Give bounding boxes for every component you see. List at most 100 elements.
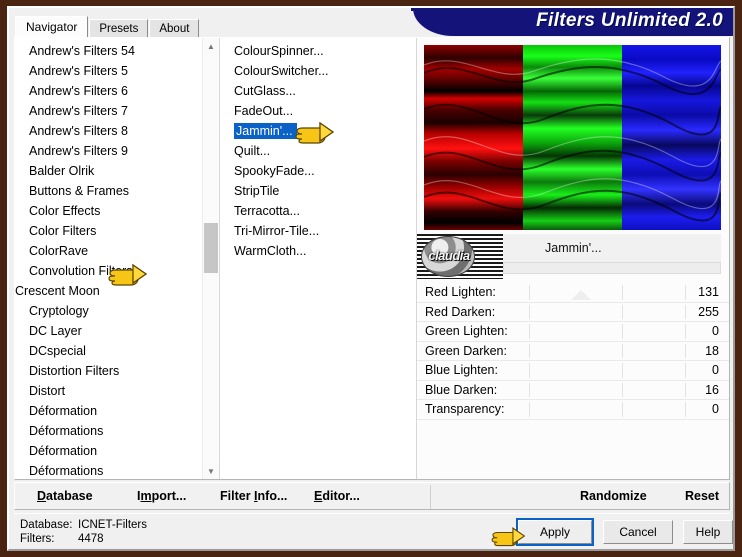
filter-item[interactable]: Jammin'... [220, 121, 416, 141]
parameter-table: Red Lighten: 131 Red Darken: 255 Green Light… [417, 283, 729, 420]
filter-item[interactable]: ColourSpinner... [220, 41, 416, 61]
app-title: Filters Unlimited 2.0 [536, 10, 723, 31]
parameter-tick [529, 304, 530, 319]
preview-band-green [523, 45, 622, 230]
status-database-key: Database: [20, 519, 73, 531]
parameter-label: Green Darken: [425, 343, 507, 358]
main-content: Andrew's Filters 54 Andrew's Filters 5 And… [14, 37, 730, 480]
parameter-tick [529, 402, 530, 417]
title-banner: Filters Unlimited 2.0 [413, 8, 733, 36]
preview-band-red [424, 45, 523, 230]
randomize-link[interactable]: Randomize [580, 489, 647, 503]
category-item[interactable]: Distortion Filters [15, 361, 203, 381]
filter-item[interactable]: FadeOut... [220, 101, 416, 121]
toolbar-divider [430, 485, 431, 509]
parameter-label: Red Lighten: [425, 285, 496, 300]
cancel-button[interactable]: Cancel [603, 520, 673, 544]
category-item[interactable]: Buttons & Frames [15, 181, 203, 201]
parameter-row[interactable]: Blue Darken: 16 [417, 381, 729, 400]
filter-item-label: Quilt... [234, 144, 271, 158]
apply-button[interactable]: Apply [516, 518, 594, 546]
category-item[interactable]: Déformation [15, 441, 203, 461]
filter-list[interactable]: ColourSpinner... ColourSwitcher... CutGlas… [220, 38, 416, 261]
filter-item-label: Tri-Mirror-Tile... [234, 224, 320, 238]
parameter-row[interactable]: Green Lighten: 0 [417, 322, 729, 342]
parameter-tick [529, 285, 530, 300]
category-item[interactable]: Convolution Filters [15, 261, 203, 281]
category-scrollbar[interactable]: ▲ ▼ [202, 38, 219, 479]
preview-image[interactable] [424, 45, 721, 230]
parameter-row[interactable]: Green Darken: 18 [417, 342, 729, 361]
database-link[interactable]: Database [37, 489, 93, 503]
category-item[interactable]: Andrew's Filters 54 [15, 41, 203, 61]
category-item[interactable]: Distort [15, 381, 203, 401]
reset-link[interactable]: Reset [685, 489, 719, 503]
category-item[interactable]: Color Filters [15, 221, 203, 241]
filter-item[interactable]: SpookyFade... [220, 161, 416, 181]
editor-link[interactable]: Editor... [314, 489, 360, 503]
filter-item-label: ColourSpinner... [234, 44, 324, 58]
scroll-down-icon[interactable]: ▼ [203, 463, 219, 479]
category-item[interactable]: Andrew's Filters 6 [15, 81, 203, 101]
category-item[interactable]: Andrew's Filters 8 [15, 121, 203, 141]
filter-name-label: Jammin'... [545, 241, 602, 255]
filters-unlimited-window: Filters Unlimited 2.0 Navigator Presets … [7, 6, 735, 551]
help-button[interactable]: Help [683, 520, 733, 544]
watermark-text: claudia [428, 248, 470, 263]
scrollbar-thumb[interactable] [204, 223, 218, 273]
filter-item[interactable]: Terracotta... [220, 201, 416, 221]
category-item-label: Crescent Moon [15, 284, 100, 298]
action-toolbar: Database Import... Filter Info... Editor… [14, 482, 730, 510]
parameter-row[interactable]: Blue Lighten: 0 [417, 361, 729, 381]
filter-list-panel[interactable]: ColourSpinner... ColourSwitcher... CutGlas… [220, 38, 417, 479]
category-item[interactable]: ColorRave [15, 241, 203, 261]
tab-bar: Navigator Presets About [15, 16, 200, 37]
category-item[interactable]: DC Layer [15, 321, 203, 341]
parameter-tick [622, 324, 623, 339]
category-item[interactable]: DCspecial [15, 341, 203, 361]
parameter-tick [685, 382, 686, 397]
tab-navigator[interactable]: Navigator [15, 16, 89, 37]
category-item[interactable]: Cryptology [15, 301, 203, 321]
category-item[interactable]: Andrew's Filters 5 [15, 61, 203, 81]
parameter-tick [622, 304, 623, 319]
category-list-panel[interactable]: Andrew's Filters 54 Andrew's Filters 5 And… [15, 38, 220, 479]
status-bar: Database: ICNET-Filters Filters: 4478 Ap… [14, 513, 733, 549]
category-item[interactable]: Color Effects [15, 201, 203, 221]
parameter-row[interactable]: Transparency: 0 [417, 400, 729, 420]
parameter-tick [529, 343, 530, 358]
parameter-tick [529, 363, 530, 378]
parameter-row[interactable]: Red Darken: 255 [417, 303, 729, 322]
import-link[interactable]: Import... [137, 489, 186, 503]
filter-item[interactable]: StripTile [220, 181, 416, 201]
parameter-label: Red Darken: [425, 304, 496, 319]
category-item[interactable]: Déformations [15, 421, 203, 441]
claudia-watermark: claudia [417, 234, 503, 279]
category-item[interactable]: Andrew's Filters 7 [15, 101, 203, 121]
category-item[interactable]: Crescent Moon [15, 281, 203, 301]
filter-item[interactable]: Tri-Mirror-Tile... [220, 221, 416, 241]
tab-presets[interactable]: Presets [89, 19, 149, 37]
scroll-up-icon[interactable]: ▲ [203, 38, 219, 54]
filter-item[interactable]: ColourSwitcher... [220, 61, 416, 81]
parameter-tick [529, 382, 530, 397]
parameter-value: 0 [712, 402, 719, 417]
parameter-value: 18 [705, 343, 719, 358]
category-item[interactable]: Déformation [15, 401, 203, 421]
filter-item[interactable]: CutGlass... [220, 81, 416, 101]
preview-band-blue [622, 45, 721, 230]
category-list[interactable]: Andrew's Filters 54 Andrew's Filters 5 And… [15, 41, 203, 479]
filter-item[interactable]: WarmCloth... [220, 241, 416, 261]
tab-about[interactable]: About [149, 19, 200, 37]
filter-info-link[interactable]: Filter Info... [220, 489, 287, 503]
category-item[interactable]: Andrew's Filters 9 [15, 141, 203, 161]
parameter-tick [622, 402, 623, 417]
category-item[interactable]: Balder Olrik [15, 161, 203, 181]
category-item[interactable]: Déformations [15, 461, 203, 479]
filter-name-bar: Jammin'... [503, 234, 721, 262]
filter-name-trough [503, 262, 721, 274]
slider-thumb-icon[interactable] [571, 290, 591, 300]
filter-item[interactable]: Quilt... [220, 141, 416, 161]
preview-image-wrap[interactable] [424, 45, 721, 230]
parameter-label: Blue Lighten: [425, 363, 498, 378]
